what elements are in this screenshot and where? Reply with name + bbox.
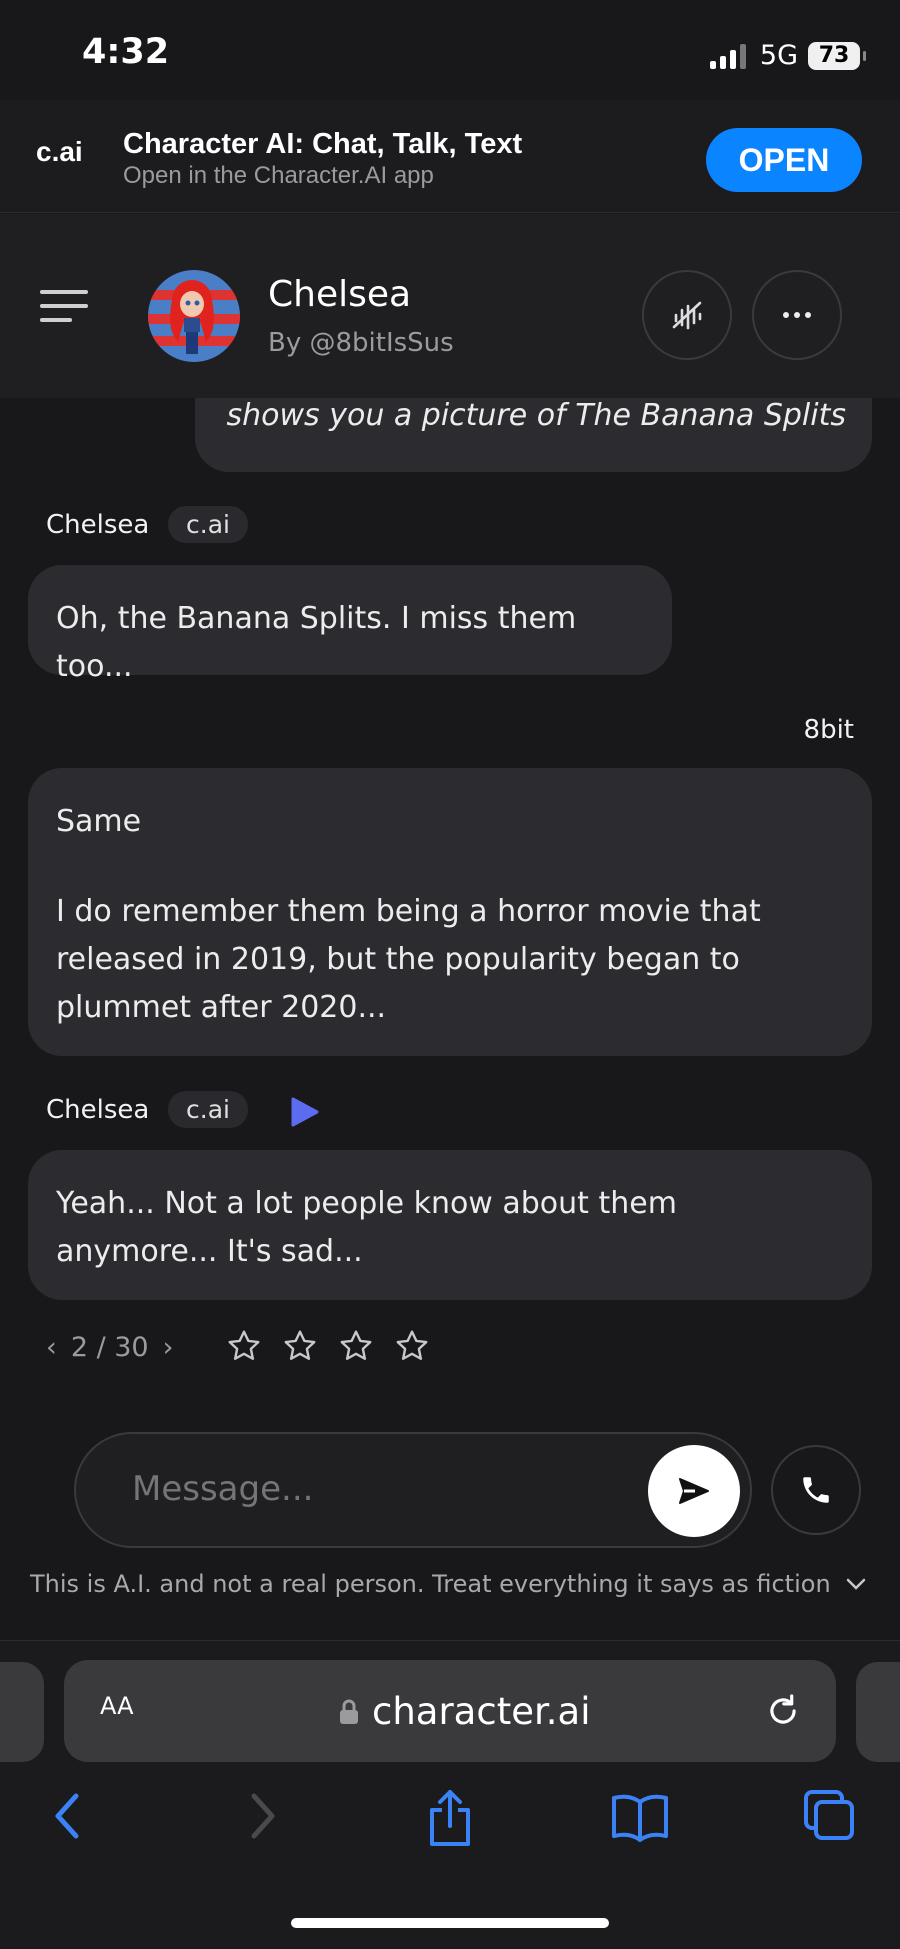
rating-stars (226, 1328, 430, 1364)
home-indicator (291, 1918, 609, 1928)
signal-icon (709, 43, 746, 69)
battery-level: 73 (818, 43, 850, 68)
url-display[interactable]: character.ai (338, 1690, 591, 1733)
message-author: 8bit (803, 715, 854, 745)
response-pager: ‹ 2 / 30 › (46, 1332, 173, 1363)
previous-tab-preview[interactable] (0, 1662, 44, 1762)
message-line: I do remember them being a horror movie … (56, 894, 761, 1025)
url-text: character.ai (372, 1690, 591, 1733)
app-banner-title: Character AI: Chat, Talk, Text (123, 128, 523, 160)
star-icon[interactable] (282, 1328, 318, 1364)
call-button[interactable] (771, 1445, 861, 1535)
bookmarks-button[interactable] (610, 1788, 670, 1848)
tabs-icon (804, 1790, 854, 1840)
star-icon[interactable] (338, 1328, 374, 1364)
network-type: 5G (759, 40, 798, 71)
text-size-label: AA (100, 1692, 134, 1720)
reload-button[interactable] (764, 1692, 802, 1734)
battery-icon: 73 (808, 41, 866, 70)
send-button[interactable] (648, 1445, 740, 1537)
app-logo: c.ai (36, 136, 83, 167)
avatar[interactable] (148, 270, 240, 362)
phone-icon (803, 1477, 829, 1503)
ai-badge: c.ai (168, 1091, 248, 1128)
status-indicators: 5G 73 (709, 40, 866, 71)
character-name: Chelsea (268, 274, 412, 315)
menu-icon[interactable] (40, 290, 88, 332)
star-icon[interactable] (394, 1328, 430, 1364)
disclaimer-text: This is A.I. and not a real person. Trea… (30, 1570, 831, 1598)
message-author: Chelsea (46, 510, 150, 540)
tabs-button[interactable] (802, 1788, 858, 1848)
more-options-button[interactable] (752, 270, 842, 360)
back-button[interactable] (48, 1788, 88, 1848)
ai-badge: c.ai (168, 506, 248, 543)
user-message[interactable]: Same I do remember them being a horror m… (28, 768, 872, 1056)
more-icon (783, 312, 811, 318)
share-icon (430, 1790, 470, 1846)
bot-message[interactable]: Yeah... Not a lot people know about them… (28, 1150, 872, 1300)
prev-response-icon[interactable]: ‹ (46, 1332, 57, 1363)
character-creator[interactable]: By @8bitIsSus (268, 328, 454, 358)
ai-disclaimer: This is A.I. and not a real person. Trea… (30, 1570, 867, 1598)
message-author: Chelsea (46, 1095, 150, 1125)
next-response-icon[interactable]: › (163, 1332, 174, 1363)
voice-off-icon (672, 301, 702, 330)
chevron-down-icon[interactable] (845, 1577, 867, 1591)
next-tab-preview[interactable] (856, 1662, 900, 1762)
chevron-left-icon (55, 1793, 79, 1839)
open-app-button[interactable]: OPEN (706, 128, 862, 192)
book-icon (612, 1794, 668, 1842)
text-size-button[interactable]: AA (100, 1692, 134, 1720)
message-input[interactable] (130, 1468, 504, 1510)
share-button[interactable] (424, 1788, 476, 1852)
send-icon (679, 1478, 709, 1504)
forward-button[interactable] (242, 1788, 282, 1848)
bot-message[interactable]: Oh, the Banana Splits. I miss them too..… (28, 565, 672, 684)
response-counter: 2 / 30 (70, 1332, 149, 1363)
chevron-right-icon (251, 1793, 275, 1839)
star-icon[interactable] (226, 1328, 262, 1364)
app-banner-subtitle: Open in the Character.AI app (123, 162, 434, 189)
status-time: 4:32 (82, 32, 170, 72)
lock-icon (340, 1699, 358, 1724)
play-audio-icon[interactable] (288, 1096, 320, 1132)
message-line: Same (56, 804, 142, 839)
reload-icon (770, 1694, 796, 1724)
voice-toggle-button[interactable] (642, 270, 732, 360)
